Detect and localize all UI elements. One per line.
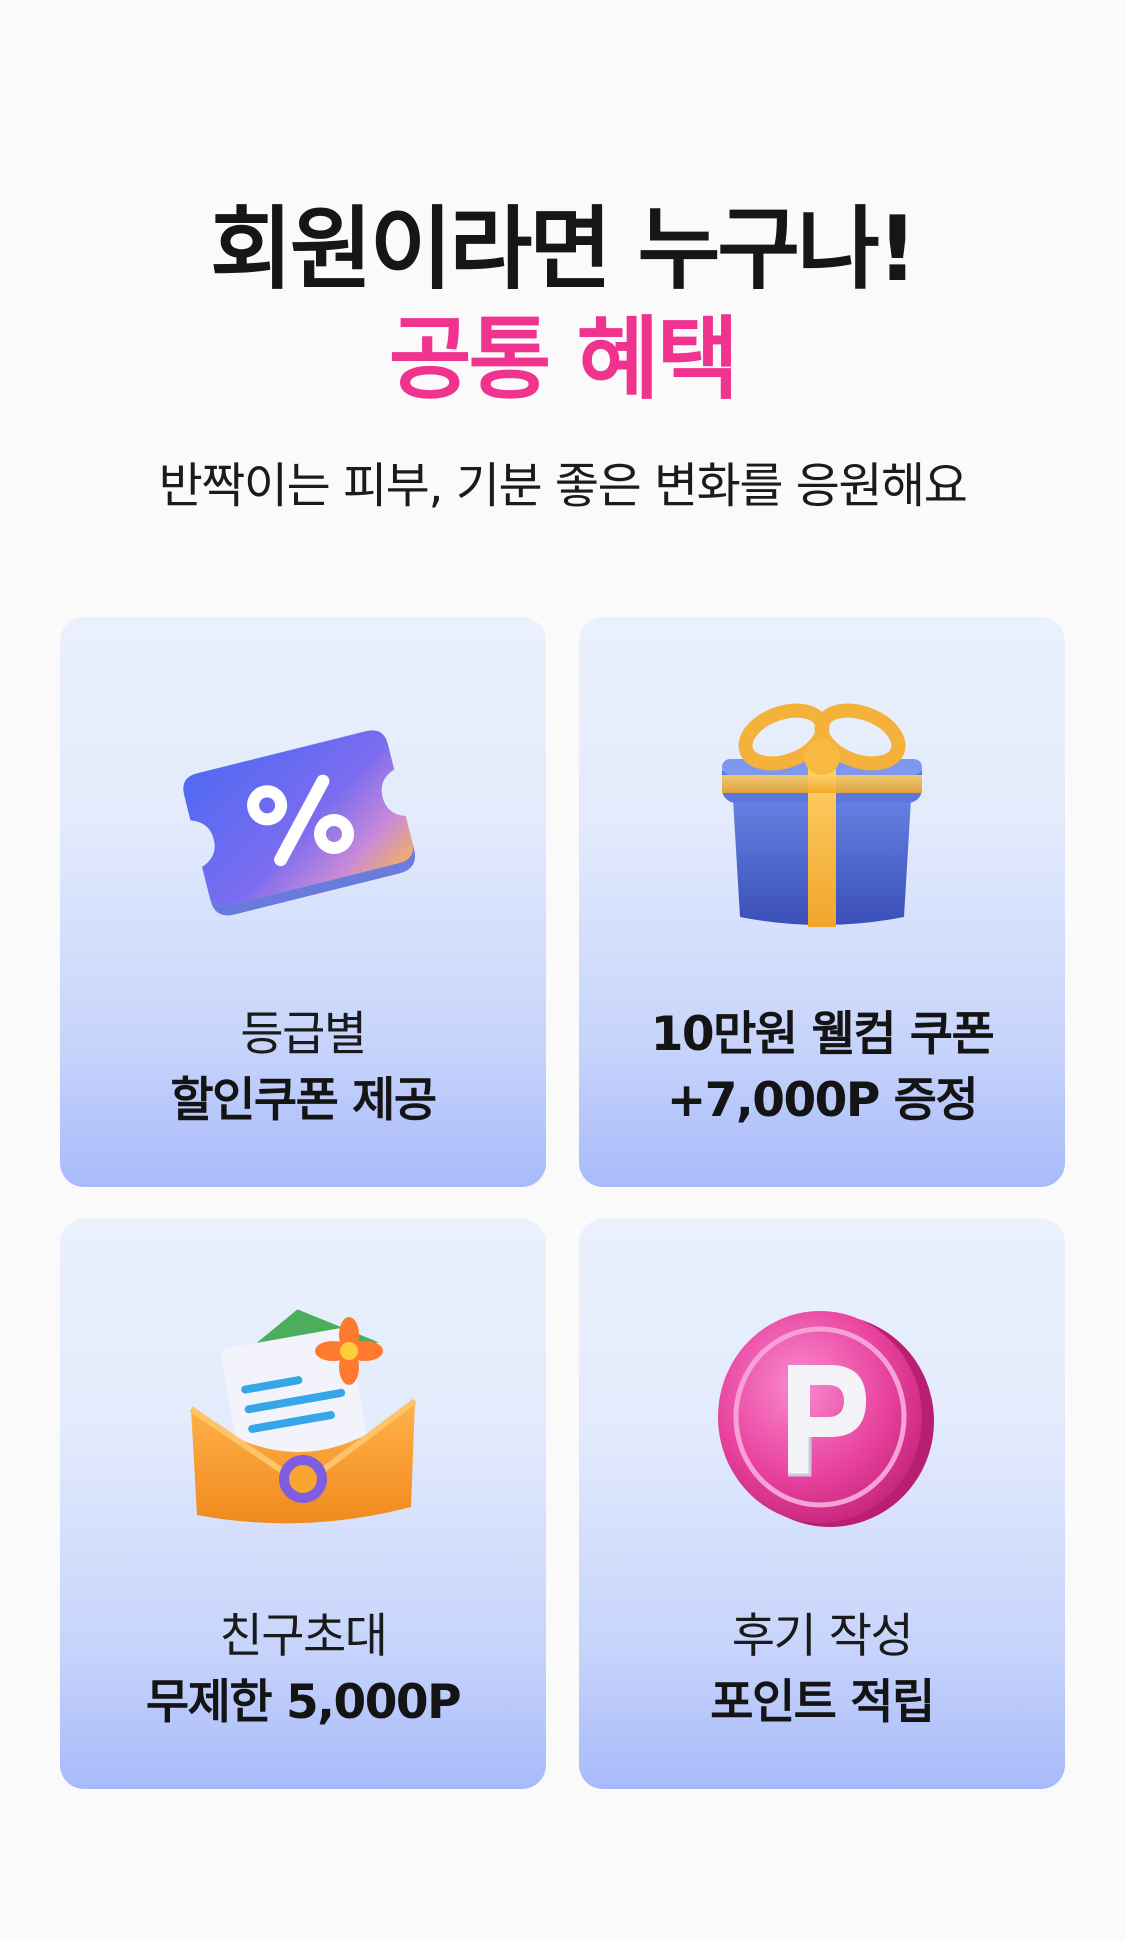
discount-ticket-icon [183,730,415,916]
benefits-header: 회원이라면 누구나! 공통 혜택 반짝이는 피부, 기분 좋은 변화를 응원해요 [0,200,1125,516]
benefit-title: 등급별 [240,1007,367,1062]
benefit-detail: 무제한 5,000P [145,1675,462,1730]
page-title-highlight: 공통 혜택 [388,307,740,412]
benefit-card-review-points: 후기 작성 포인트 적립 [579,1219,1065,1789]
benefit-title: 친구초대 [219,1609,388,1664]
invitation-envelope-icon [189,1309,417,1524]
benefit-card-welcome-coupon: 10만원 웰컴 쿠폰 +7,000P 증정 [579,617,1065,1187]
page-subtitle: 반짝이는 피부, 기분 좋은 변화를 응원해요 [158,458,968,514]
benefit-title: 10만원 웰컴 쿠폰 [650,1007,995,1062]
benefit-detail: +7,000P 증정 [666,1073,979,1128]
gift-box-icon [722,703,922,927]
benefit-detail: 할인쿠폰 제공 [170,1073,437,1128]
benefit-card-friend-invite: 친구초대 무제한 5,000P [60,1219,546,1789]
benefit-card-grade-coupon: 등급별 할인쿠폰 제공 [60,617,546,1187]
benefit-detail: 포인트 적립 [710,1675,935,1730]
benefit-title: 후기 작성 [731,1609,914,1664]
point-coin-icon [718,1311,934,1527]
page-title: 회원이라면 누구나! [210,197,918,302]
